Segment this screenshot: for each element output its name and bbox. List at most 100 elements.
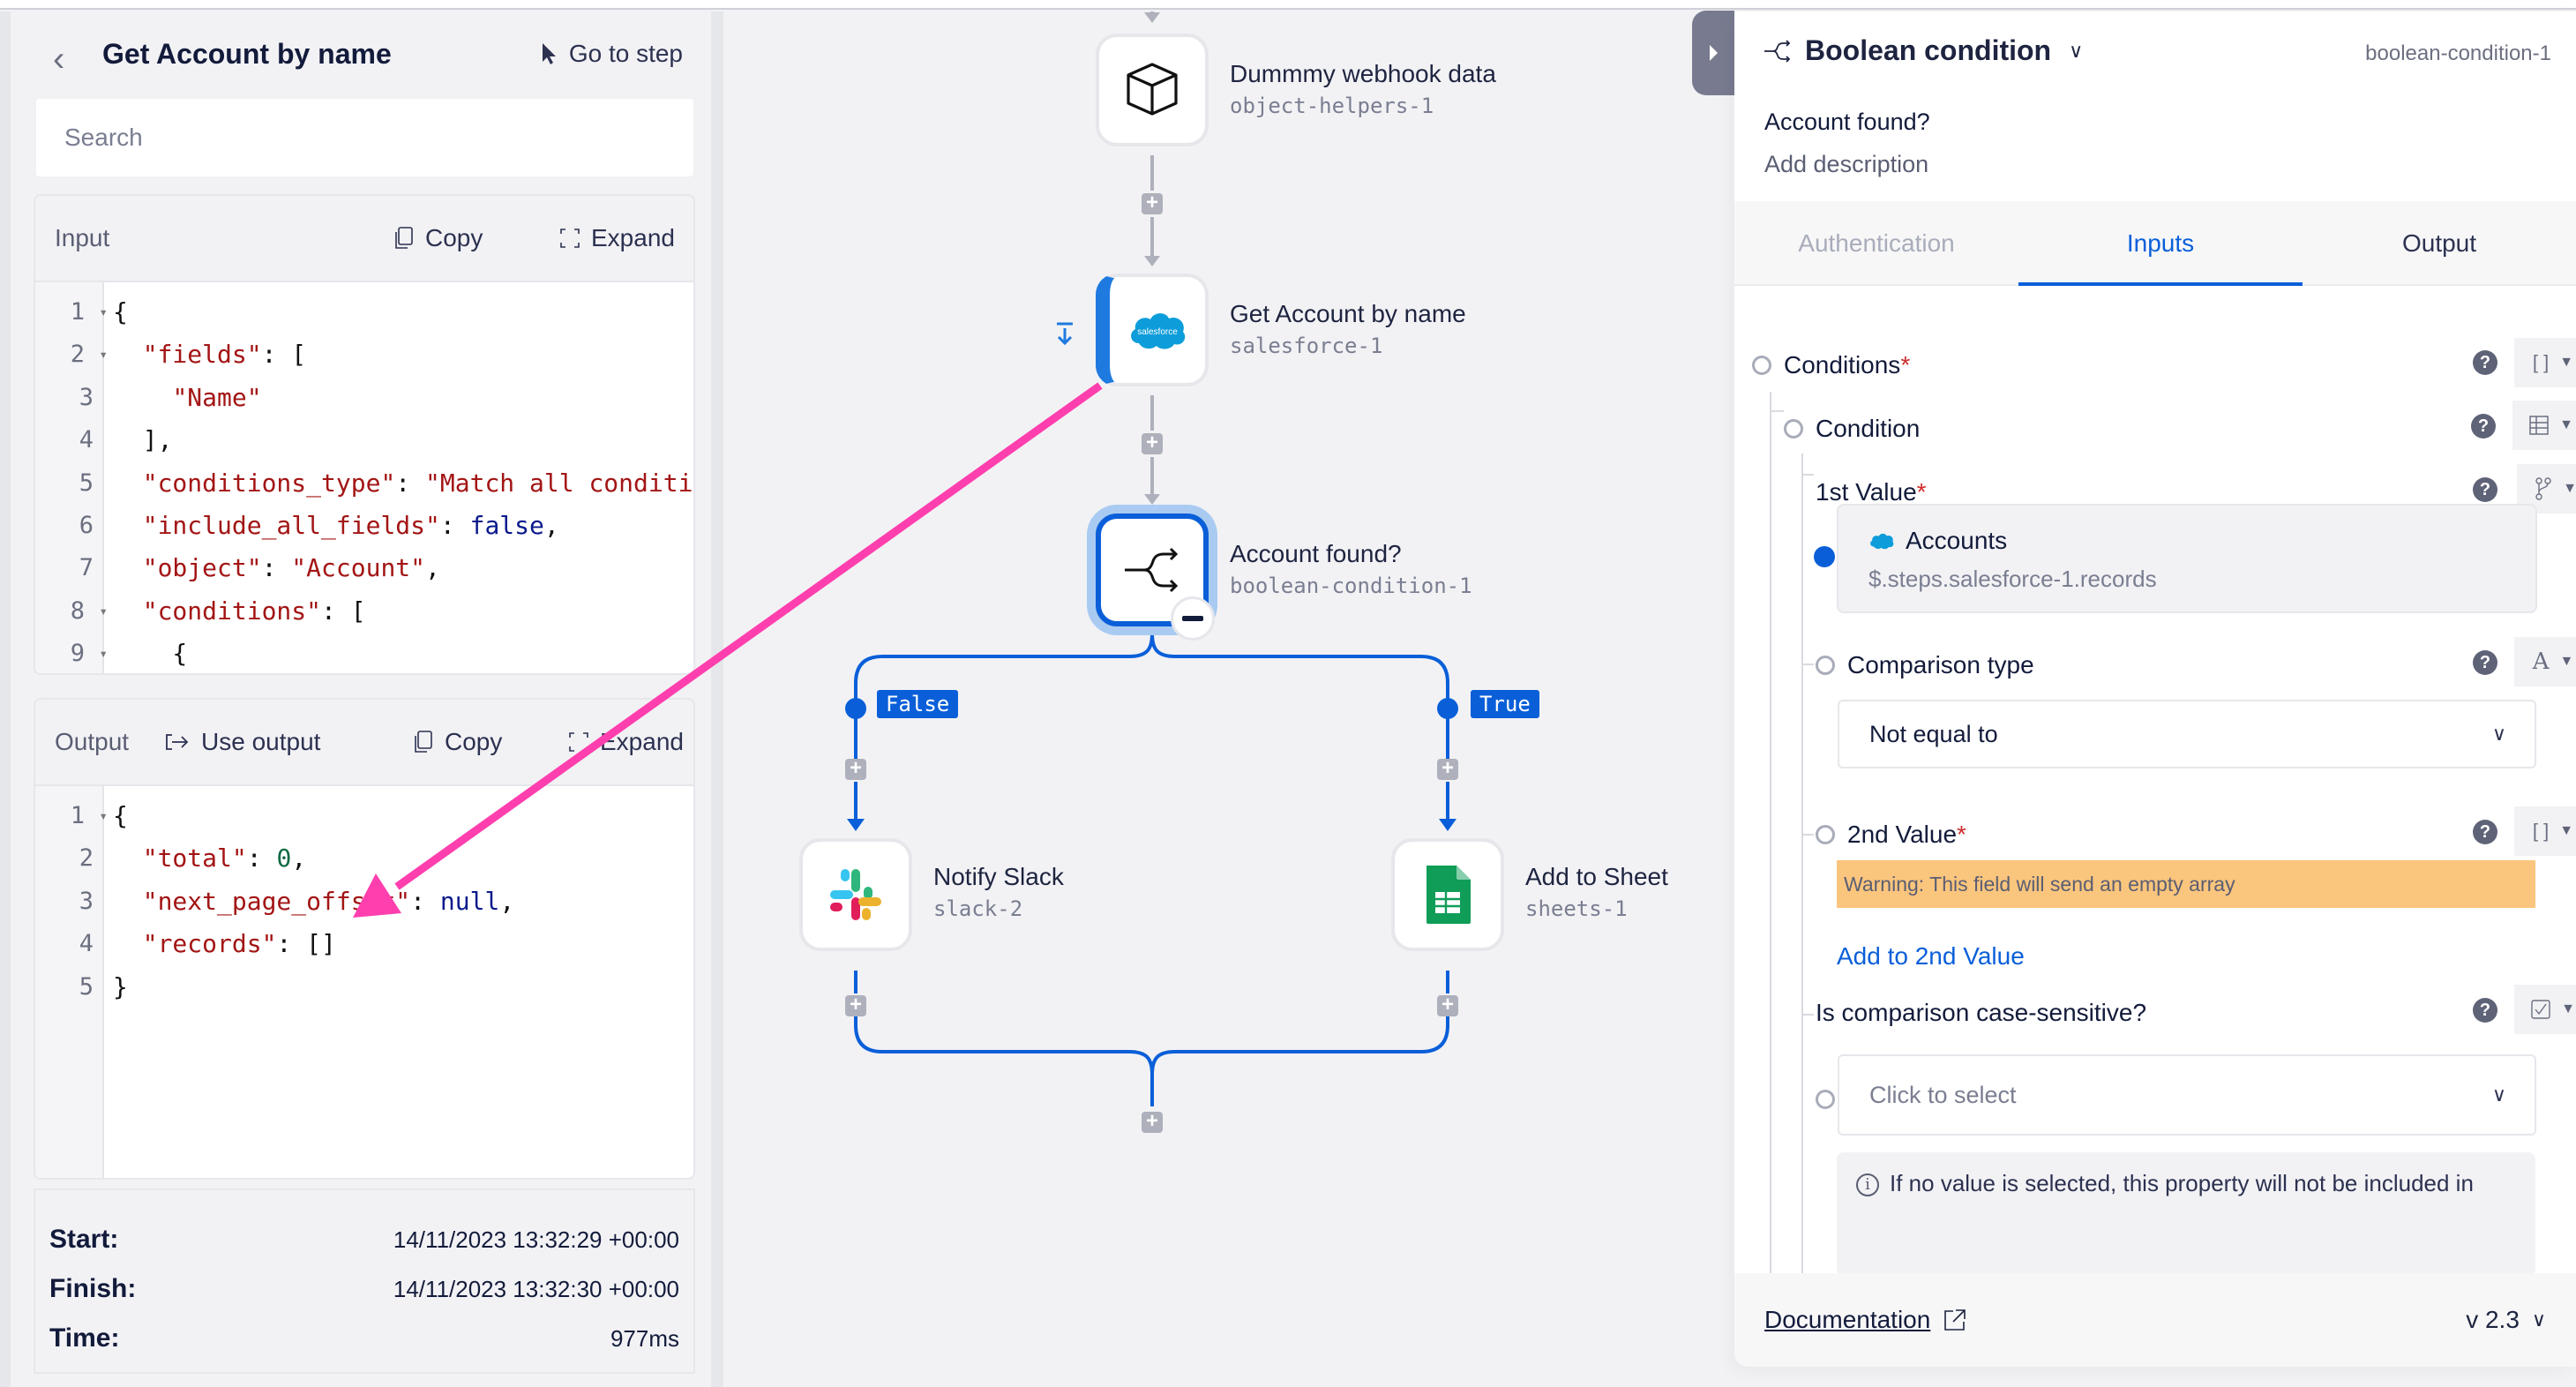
start-row: Start: 14/11/2023 13:32:29 +00:00 bbox=[49, 1215, 679, 1264]
back-chevron-icon[interactable]: ‹ bbox=[53, 41, 72, 77]
input-copy-button[interactable]: Copy bbox=[393, 224, 483, 252]
info-note: i If no value is selected, this property… bbox=[1837, 1152, 2535, 1273]
info-icon: i bbox=[1856, 1173, 1879, 1196]
code-line: "conditions": [ bbox=[142, 596, 366, 626]
output-copy-button[interactable]: Copy bbox=[413, 728, 502, 756]
line-number[interactable]: 9 bbox=[35, 633, 108, 673]
input-type-selector[interactable]: ▼ bbox=[2512, 401, 2576, 450]
step-node-slack[interactable] bbox=[799, 838, 912, 951]
field-toggle-radio[interactable] bbox=[1816, 1090, 1835, 1109]
caret-down-icon: ▼ bbox=[2561, 1001, 2575, 1016]
add-description[interactable]: Add description bbox=[1764, 151, 1928, 178]
line-number[interactable]: 1 bbox=[35, 795, 108, 838]
add-step-button[interactable]: + bbox=[1437, 994, 1458, 1016]
add-step-button[interactable]: + bbox=[1142, 1111, 1163, 1133]
tab-inputs[interactable]: Inputs bbox=[2018, 201, 2303, 286]
input-type-selector[interactable]: A ▼ bbox=[2514, 637, 2576, 686]
selected-value: Not equal to bbox=[1869, 720, 1998, 747]
step-config-panel: Boolean condition ∨ boolean-condition-1 … bbox=[1734, 11, 2576, 1367]
input-type-selector[interactable]: [ ] ▼ bbox=[2514, 806, 2576, 856]
code-line: "records": [] bbox=[142, 929, 336, 959]
case-sensitive-select[interactable]: Click to select ∨ bbox=[1838, 1054, 2536, 1136]
copy-icon bbox=[395, 227, 413, 249]
reference-title: Accounts bbox=[1868, 527, 2007, 555]
download-step-icon[interactable] bbox=[1055, 321, 1076, 349]
salesforce-icon: salesforce bbox=[1131, 313, 1186, 349]
add-step-button[interactable]: + bbox=[845, 994, 866, 1016]
toggle-right-panel-button[interactable] bbox=[1692, 11, 1734, 95]
version-selector[interactable]: v 2.3 ∨ bbox=[2466, 1306, 2546, 1334]
first-value-reference[interactable]: Accounts $.steps.salesforce-1.records bbox=[1837, 504, 2537, 613]
output-json: { "total": 0, "next_page_offset": null, … bbox=[104, 786, 693, 1178]
step-type-selector[interactable]: Boolean condition ∨ bbox=[1763, 34, 2083, 67]
connection-handle[interactable] bbox=[1814, 546, 1835, 567]
slack-icon bbox=[830, 869, 881, 920]
node-label[interactable]: Get Account by name salesforce-1 bbox=[1230, 300, 1466, 358]
step-name[interactable]: Account found? bbox=[1764, 109, 1930, 136]
input-code-editor[interactable]: 12 3 4 5 6 7 89 { "fields": [ "Name" ], "condi… bbox=[35, 282, 693, 673]
node-label[interactable]: Dummmy webhook data object-helpers-1 bbox=[1230, 60, 1496, 118]
output-code-editor[interactable]: 1 2 3 4 5 { "total": 0, "next_page_offset": … bbox=[35, 786, 693, 1178]
step-node-sheets[interactable] bbox=[1391, 838, 1504, 951]
array-icon: [ ] bbox=[2532, 351, 2550, 373]
node-slug: slack-2 bbox=[933, 896, 1023, 921]
second-value-label: 2nd Value* bbox=[1847, 821, 1966, 848]
help-icon[interactable]: ? bbox=[2473, 820, 2497, 844]
code-line: { bbox=[113, 801, 128, 830]
conditions-label: Conditions* bbox=[1784, 351, 1911, 379]
panel-resize-handle[interactable] bbox=[711, 11, 723, 1387]
start-label: Start: bbox=[49, 1225, 119, 1254]
node-label[interactable]: Notify Slack slack-2 bbox=[933, 863, 1064, 921]
input-json: { "fields": [ "Name" ], "conditions_type… bbox=[104, 282, 693, 673]
workflow-canvas[interactable] bbox=[723, 11, 1734, 1387]
add-to-second-value-link[interactable]: Add to 2nd Value bbox=[1837, 942, 2025, 971]
expand-label: Expand bbox=[591, 224, 675, 251]
expand-icon bbox=[569, 732, 588, 752]
input-type-selector[interactable]: ▼ bbox=[2514, 985, 2576, 1034]
line-number[interactable]: 2 bbox=[35, 334, 108, 377]
tree-line bbox=[1801, 474, 1814, 476]
conditions-field: Conditions* bbox=[1752, 351, 1910, 379]
code-line: "next_page_offset": null, bbox=[142, 886, 515, 916]
node-label[interactable]: Add to Sheet sheets-1 bbox=[1525, 863, 1668, 921]
top-border bbox=[0, 0, 2576, 10]
time-row: Time: 977ms bbox=[49, 1314, 679, 1363]
line-numbers: 12 3 4 5 6 7 89 bbox=[35, 282, 108, 673]
search-input[interactable] bbox=[36, 99, 693, 176]
help-icon[interactable]: ? bbox=[2473, 998, 2497, 1023]
use-output-button[interactable]: Use output bbox=[164, 728, 320, 756]
add-step-button[interactable]: + bbox=[1437, 758, 1458, 780]
step-node-object-helpers[interactable] bbox=[1096, 34, 1209, 146]
input-expand-button[interactable]: Expand bbox=[559, 224, 675, 252]
help-icon[interactable]: ? bbox=[2473, 650, 2497, 675]
field-toggle-radio[interactable] bbox=[1752, 356, 1771, 375]
step-type-label: Boolean condition bbox=[1805, 34, 2052, 66]
field-toggle-radio[interactable] bbox=[1784, 419, 1803, 439]
line-number: 3 bbox=[79, 383, 94, 411]
node-label[interactable]: Account found? boolean-condition-1 bbox=[1230, 540, 1472, 598]
help-icon[interactable]: ? bbox=[2473, 477, 2497, 502]
add-step-button[interactable]: + bbox=[845, 758, 866, 780]
comparison-type-select[interactable]: Not equal to ∨ bbox=[1838, 700, 2536, 768]
time-label: Time: bbox=[49, 1323, 120, 1353]
collapse-branch-button[interactable] bbox=[1171, 596, 1215, 641]
help-icon[interactable]: ? bbox=[2471, 414, 2496, 439]
tab-output[interactable]: Output bbox=[2303, 201, 2576, 284]
output-expand-button[interactable]: Expand bbox=[568, 728, 684, 756]
add-step-button[interactable]: + bbox=[1142, 432, 1163, 454]
line-number: 5 bbox=[79, 972, 94, 1001]
caret-down-icon: ▼ bbox=[2559, 654, 2574, 669]
field-toggle-radio[interactable] bbox=[1816, 656, 1835, 675]
tab-authentication[interactable]: Authentication bbox=[1734, 201, 2018, 284]
go-to-step-button[interactable]: Go to step bbox=[541, 40, 683, 68]
line-number[interactable]: 8 bbox=[35, 590, 108, 634]
add-step-button[interactable]: + bbox=[1142, 192, 1163, 214]
field-toggle-radio[interactable] bbox=[1816, 825, 1835, 844]
input-type-selector[interactable]: [ ] ▼ bbox=[2514, 338, 2576, 387]
google-sheets-icon bbox=[1427, 866, 1471, 924]
line-number[interactable]: 1 bbox=[35, 291, 108, 334]
tree-line bbox=[1770, 392, 1771, 1273]
help-icon[interactable]: ? bbox=[2473, 350, 2497, 375]
documentation-link[interactable]: Documentation bbox=[1764, 1306, 1967, 1334]
step-node-salesforce[interactable]: salesforce bbox=[1096, 274, 1209, 386]
